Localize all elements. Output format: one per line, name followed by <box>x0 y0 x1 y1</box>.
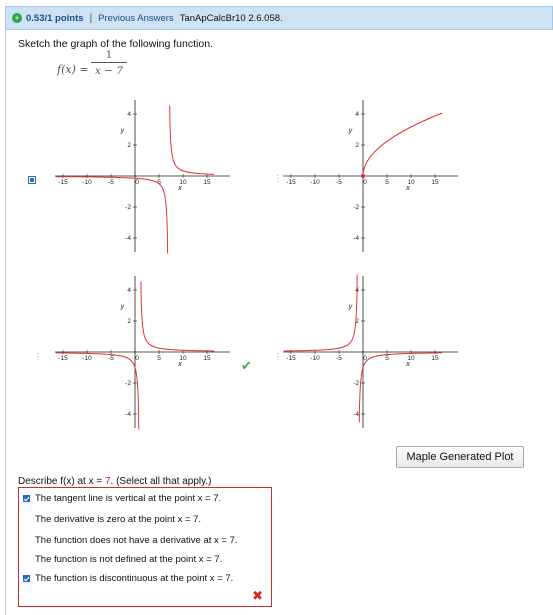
question-prompt: Sketch the graph of the following functi… <box>18 38 213 50</box>
function-curve <box>55 176 169 254</box>
y-tick-label: 4 <box>355 111 359 118</box>
x-tick-label: 15 <box>431 179 439 186</box>
x-tick-label: 5 <box>385 355 389 362</box>
x-tick-label: 0 <box>135 355 139 362</box>
y-tick-label: -2 <box>125 204 131 211</box>
choice-label-5[interactable]: The function is discontinuous at the poi… <box>35 573 233 584</box>
answer-choices: The tangent line is vertical at the poin… <box>18 487 272 607</box>
choice-checkbox-5[interactable] <box>23 575 30 582</box>
maple-generated-plot-button[interactable]: Maple Generated Plot <box>396 446 524 468</box>
x-tick-label: -5 <box>336 179 342 186</box>
y-tick-label: 2 <box>355 142 359 149</box>
graph-option-radio-top-left[interactable] <box>28 176 36 184</box>
x-tick-label: -5 <box>336 355 342 362</box>
graph-option-top-right[interactable]: -15 -10 -5 0 5 10 1542-2-4xy <box>283 100 458 252</box>
choice-label-3[interactable]: The function does not have a derivative … <box>35 535 238 546</box>
x-tick-label: 5 <box>385 179 389 186</box>
y-tick-label: -2 <box>353 204 359 211</box>
y-axis-label: y <box>120 128 125 135</box>
function-curve <box>283 274 358 352</box>
plus-circle-icon[interactable]: + <box>12 13 22 23</box>
describe-suffix: . (Select all that apply.) <box>110 476 212 487</box>
x-axis-label: x <box>405 185 410 192</box>
formula-denominator: x − 7 <box>94 65 124 77</box>
formula-lhs: f(x) = <box>57 63 89 76</box>
y-tick-label: -4 <box>353 235 359 242</box>
x-axis-label: x <box>177 361 182 368</box>
choice-checkbox-1[interactable] <box>23 495 30 502</box>
x-tick-label: 15 <box>203 179 211 186</box>
x-tick-label: -10 <box>310 179 320 186</box>
x-tick-label: 15 <box>203 355 211 362</box>
y-tick-label: -2 <box>125 380 131 387</box>
x-tick-label: -15 <box>286 179 296 186</box>
y-tick-label: -4 <box>353 411 359 418</box>
y-tick-label: -2 <box>353 380 359 387</box>
problem-code: TanApCalcBr10 2.6.058. <box>179 12 283 24</box>
x-tick-label: 0 <box>363 179 367 186</box>
choice-label-4[interactable]: The function is not defined at the point… <box>35 554 222 565</box>
x-tick-label: -15 <box>58 355 68 362</box>
y-tick-label: 4 <box>127 287 131 294</box>
correct-check-icon: ✔ <box>241 358 252 373</box>
x-tick-label: -10 <box>82 355 92 362</box>
y-axis-label: y <box>348 128 353 135</box>
describe-prompt: Describe f(x) at x = 7. (Select all that… <box>18 476 212 487</box>
x-tick-label: -10 <box>310 355 320 362</box>
x-tick-label: 15 <box>431 355 439 362</box>
choice-label-1[interactable]: The tangent line is vertical at the poin… <box>35 493 221 504</box>
x-tick-label: -10 <box>82 179 92 186</box>
x-tick-label: -15 <box>58 179 68 186</box>
x-tick-label: 0 <box>135 179 139 186</box>
function-curve <box>55 352 140 430</box>
function-curve <box>358 352 443 423</box>
score-header: + 0.53/1 points | Previous Answers TanAp… <box>5 6 553 30</box>
x-tick-label: -5 <box>108 179 114 186</box>
formula-fraction: 1 x − 7 <box>91 50 127 77</box>
graph-option-bottom-right[interactable]: -15 -10 -5 0 5 10 1542-2-4xy <box>283 274 458 428</box>
x-axis-label: x <box>405 361 410 368</box>
graph-option-radio-bottom-left[interactable]: · · · <box>36 349 39 365</box>
x-tick-label: 5 <box>157 355 161 362</box>
choice-label-2[interactable]: The derivative is zero at the point x = … <box>35 514 201 525</box>
header-separator: | <box>89 12 93 24</box>
fraction-bar <box>91 62 127 63</box>
curve-endpoint <box>360 173 366 179</box>
y-axis-label: y <box>120 304 125 311</box>
y-tick-label: 4 <box>127 111 131 118</box>
previous-answers-link[interactable]: Previous Answers <box>98 13 174 24</box>
y-tick-label: -4 <box>125 235 131 242</box>
y-tick-label: 2 <box>127 318 131 325</box>
function-curve <box>169 105 215 175</box>
function-curve <box>140 281 215 352</box>
graph-option-radio-bottom-right[interactable]: · · · <box>276 349 279 365</box>
formula-numerator: 1 <box>105 50 113 61</box>
graph-option-bottom-left[interactable]: -15 -10 -5 0 5 10 1542-2-4xy <box>55 276 230 430</box>
x-axis-label: x <box>177 185 182 192</box>
incorrect-x-icon: ✖ <box>252 588 263 603</box>
y-axis-label: y <box>348 304 353 311</box>
x-tick-label: -5 <box>108 355 114 362</box>
points-label: 0.53/1 points <box>26 12 84 24</box>
x-tick-label: -15 <box>286 355 296 362</box>
y-tick-label: -4 <box>125 411 131 418</box>
graph-option-top-left[interactable]: -15 -10 -5 0 5 10 1542-2-4xy <box>55 100 230 254</box>
y-tick-label: 2 <box>127 142 131 149</box>
graph-option-radio-top-right[interactable]: · · · <box>276 171 279 187</box>
describe-prefix: Describe f(x) at x = <box>18 476 105 487</box>
function-curve <box>362 112 443 177</box>
